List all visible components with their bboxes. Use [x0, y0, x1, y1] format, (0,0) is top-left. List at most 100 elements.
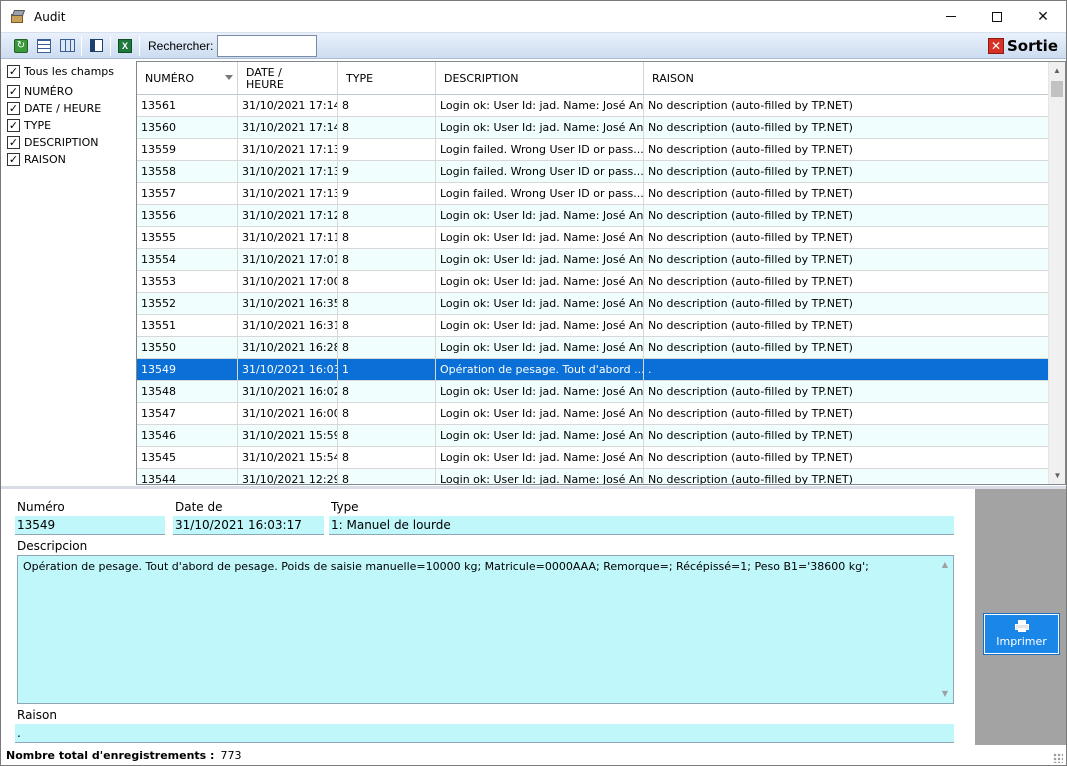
checkbox-label: RAISON [24, 153, 66, 166]
window-title: Audit [34, 9, 66, 24]
scroll-down-icon[interactable]: ▼ [1049, 467, 1065, 484]
cell-type: 8 [338, 469, 436, 484]
cell-type: 8 [338, 315, 436, 336]
checkbox-column-3[interactable]: ✓ DESCRIPTION [1, 134, 135, 151]
cell-desc: Login failed. Wrong User ID or pass... [436, 139, 644, 160]
description-textarea[interactable]: Opération de pesage. Tout d'abord de pes… [17, 555, 954, 704]
table-row[interactable]: 13560 31/10/2021 17:14 8 Login ok: User Id:… [137, 117, 1048, 139]
cell-type: 8 [338, 271, 436, 292]
cell-num: 13557 [137, 183, 238, 204]
action-panel: Imprimer [975, 489, 1066, 745]
total-records-label: Nombre total d'enregistrements : [6, 749, 215, 762]
table-row[interactable]: 13553 31/10/2021 17:00 8 Login ok: User Id:… [137, 271, 1048, 293]
excel-export-button[interactable]: X [115, 36, 135, 56]
type-label: Type [331, 500, 359, 514]
scroll-down-icon[interactable]: ▼ [937, 687, 953, 701]
checkbox-column-2[interactable]: ✓ TYPE [1, 117, 135, 134]
cell-raison: No description (auto-filled by TP.NET) [648, 121, 853, 134]
column-header-numero[interactable]: NUMÉRO [137, 62, 238, 95]
numero-field[interactable]: 13549 [15, 516, 165, 535]
cell-raison: No description (auto-filled by TP.NET) [648, 165, 853, 178]
table-row[interactable]: 13559 31/10/2021 17:13 9 Login failed. Wron… [137, 139, 1048, 161]
scroll-up-icon[interactable]: ▲ [937, 558, 953, 572]
scroll-thumb[interactable] [1051, 81, 1063, 97]
minimize-button[interactable] [928, 1, 974, 32]
cell-desc: Login ok: User Id: jad. Name: José An... [436, 315, 644, 336]
scroll-up-icon[interactable]: ▲ [1049, 62, 1065, 79]
search-label: Rechercher: [148, 38, 214, 53]
cell-date: 31/10/2021 17:14 [238, 117, 338, 138]
cell-num: 13558 [137, 161, 238, 182]
exit-button[interactable]: ✕ Sortie [988, 35, 1058, 57]
cell-desc: Login ok: User Id: jad. Name: José An... [436, 469, 644, 484]
toolbar-separator [139, 35, 140, 56]
column-header-description[interactable]: DESCRIPTION [436, 62, 644, 95]
print-button[interactable]: Imprimer [983, 613, 1060, 655]
raison-field[interactable]: . [15, 724, 954, 743]
search-input[interactable] [217, 34, 318, 57]
cell-raison: No description (auto-filled by TP.NET) [648, 143, 853, 156]
sort-descending-icon [225, 75, 233, 80]
cell-num: 13548 [137, 381, 238, 402]
checkbox-all-fields[interactable]: ✓ Tous les champs [1, 63, 135, 80]
table-row[interactable]: 13561 31/10/2021 17:14 8 Login ok: User Id:… [137, 95, 1048, 117]
cell-desc: Login ok: User Id: jad. Name: José An... [436, 425, 644, 446]
cell-type: 8 [338, 403, 436, 424]
table-row[interactable]: 13547 31/10/2021 16:00 8 Login ok: User Id:… [137, 403, 1048, 425]
table-row[interactable]: 13551 31/10/2021 16:31 8 Login ok: User Id:… [137, 315, 1048, 337]
table-row[interactable]: 13544 31/10/2021 12:29 8 Login ok: User Id:… [137, 469, 1048, 484]
cell-desc: Login ok: User Id: jad. Name: José An... [436, 205, 644, 226]
column-header-type[interactable]: TYPE [338, 62, 436, 95]
table-row[interactable]: 13545 31/10/2021 15:54 8 Login ok: User Id:… [137, 447, 1048, 469]
date-label: Date de [175, 500, 223, 514]
refresh-button[interactable]: ↻ [11, 36, 31, 56]
app-icon [10, 9, 26, 25]
checkbox-column-0[interactable]: ✓ NUMÉRO [1, 83, 135, 100]
textarea-scrollbar[interactable]: ▲ ▼ [937, 556, 953, 703]
table-row[interactable]: 13556 31/10/2021 17:12 8 Login ok: User Id:… [137, 205, 1048, 227]
cell-date: 31/10/2021 15:54 [238, 447, 338, 468]
cell-raison: No description (auto-filled by TP.NET) [648, 319, 853, 332]
table-row[interactable]: 13552 31/10/2021 16:35 8 Login ok: User Id:… [137, 293, 1048, 315]
cell-date: 31/10/2021 16:28 [238, 337, 338, 358]
description-label: Descripcion [17, 539, 88, 553]
checkbox-column-1[interactable]: ✓ DATE / HEURE [1, 100, 135, 117]
panel-button[interactable] [86, 36, 106, 56]
date-field[interactable]: 31/10/2021 16:03:17 [173, 516, 324, 535]
table-row[interactable]: 13555 31/10/2021 17:11 8 Login ok: User Id:… [137, 227, 1048, 249]
cell-date: 31/10/2021 15:59 [238, 425, 338, 446]
table-row[interactable]: 13557 31/10/2021 17:13 9 Login failed. Wron… [137, 183, 1048, 205]
resize-grip-icon[interactable] [1053, 753, 1063, 763]
cell-date: 31/10/2021 17:14 [238, 95, 338, 116]
audit-grid: NUMÉRO DATE / HEURE TYPE DESCRIPTION RAI… [136, 61, 1066, 485]
table-row[interactable]: 13548 31/10/2021 16:02 8 Login ok: User Id:… [137, 381, 1048, 403]
column-header-date[interactable]: DATE / HEURE [238, 62, 338, 95]
table-row[interactable]: 13550 31/10/2021 16:28 8 Login ok: User Id:… [137, 337, 1048, 359]
cell-num: 13550 [137, 337, 238, 358]
cell-num: 13545 [137, 447, 238, 468]
table-row-selected[interactable]: 13549 31/10/2021 16:03 1 Opération de pesag… [137, 359, 1048, 381]
grid-button[interactable] [57, 36, 77, 56]
table-row[interactable]: 13558 31/10/2021 17:13 9 Login failed. Wron… [137, 161, 1048, 183]
column-header-raison[interactable]: RAISON [644, 62, 1048, 95]
grid-body: 13561 31/10/2021 17:14 8 Login ok: User Id:… [137, 95, 1048, 484]
close-button[interactable]: ✕ [1020, 1, 1066, 32]
cell-date: 31/10/2021 17:13 [238, 139, 338, 160]
vertical-scrollbar[interactable]: ▲ ▼ [1048, 62, 1065, 484]
type-field[interactable]: 1: Manuel de lourde [329, 516, 954, 535]
panel-icon [89, 39, 103, 52]
columns-button[interactable] [34, 36, 54, 56]
checkbox-label: DATE / HEURE [24, 102, 102, 115]
cell-date: 31/10/2021 17:13 [238, 183, 338, 204]
cell-num: 13546 [137, 425, 238, 446]
excel-icon: X [118, 38, 132, 53]
table-row[interactable]: 13546 31/10/2021 15:59 8 Login ok: User Id:… [137, 425, 1048, 447]
checkbox-checked-icon: ✓ [7, 153, 20, 166]
cell-desc: Login ok: User Id: jad. Name: José An... [436, 271, 644, 292]
maximize-button[interactable] [974, 1, 1020, 32]
table-row[interactable]: 13554 31/10/2021 17:01 8 Login ok: User Id:… [137, 249, 1048, 271]
cell-desc: Login ok: User Id: jad. Name: José An... [436, 249, 644, 270]
checkbox-column-4[interactable]: ✓ RAISON [1, 151, 135, 168]
cell-num: 13561 [137, 95, 238, 116]
cell-num: 13544 [137, 469, 238, 484]
